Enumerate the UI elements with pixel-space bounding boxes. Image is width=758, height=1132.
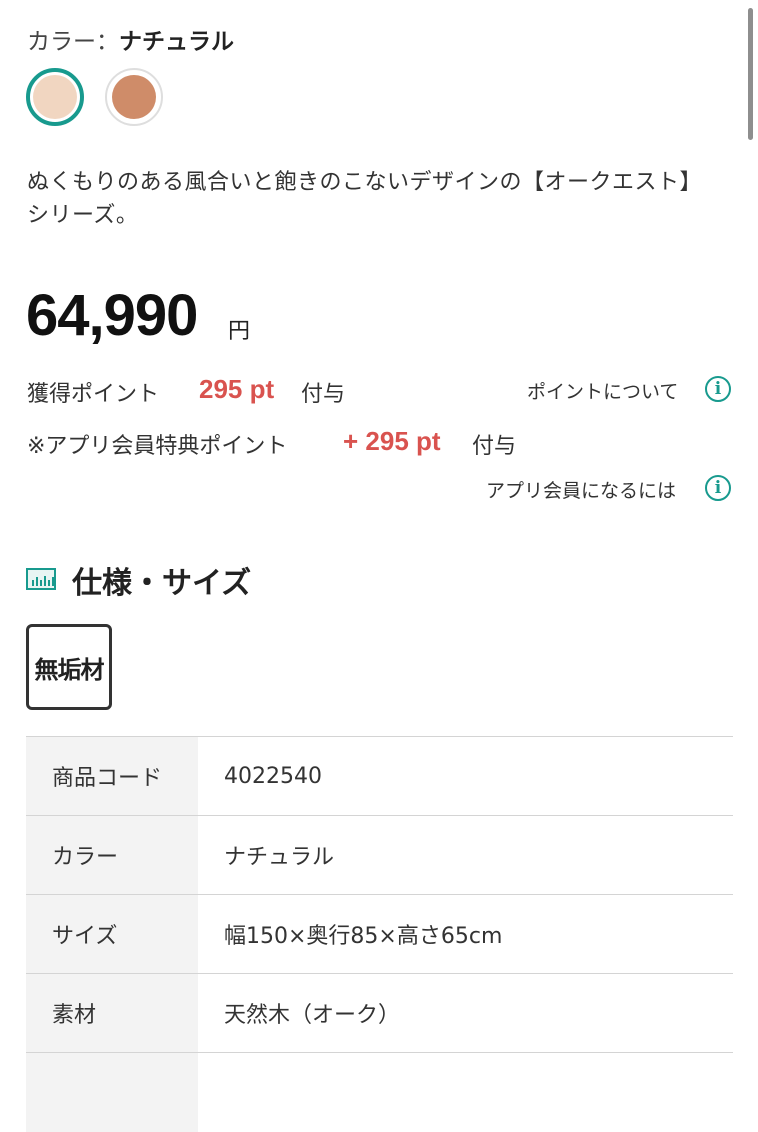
earned-points-label: 獲得ポイント [27, 382, 160, 407]
table-row: 素材 天然木（オーク） [26, 973, 733, 1053]
app-points-suffix: 付与 [472, 434, 517, 459]
info-icon[interactable]: i [705, 475, 731, 501]
spec-table: 商品コード 4022540 カラー ナチュラル サイズ 幅150×奥行85×高さ… [26, 736, 733, 1132]
spec-label [26, 1052, 198, 1132]
spec-value: ナチュラル [224, 845, 335, 870]
color-label-row: カラー：ナチュラル [27, 22, 234, 56]
spec-value: 幅150×奥行85×高さ65cm [224, 924, 503, 949]
scrollbar[interactable] [748, 8, 753, 140]
spec-label: カラー [26, 815, 198, 895]
solid-wood-badge: 無垢材 [26, 624, 112, 710]
price-unit: 円 [228, 319, 251, 344]
spec-label: サイズ [26, 894, 198, 974]
table-row: サイズ 幅150×奥行85×高さ65cm [26, 894, 733, 974]
info-icon[interactable]: i [705, 376, 731, 402]
earned-points-suffix: 付与 [301, 382, 346, 407]
spec-value [198, 1053, 733, 1132]
about-points-link[interactable]: ポイントについて [527, 377, 678, 404]
section-title: 仕様・サイズ [72, 566, 252, 601]
app-member-link[interactable]: アプリ会員になるには [486, 476, 676, 503]
color-label: カラー： [27, 29, 119, 55]
app-points-label: ※アプリ会員特典ポイント [27, 434, 288, 459]
app-points-value: + 295 pt [343, 426, 441, 456]
spec-value: 天然木（オーク） [224, 1003, 401, 1028]
swatch-color-natural [33, 75, 77, 119]
spec-value: 4022540 [224, 763, 322, 789]
product-description: ぬくもりのある風合いと飽きのこないデザインの【オークエスト】シリーズ。 [27, 170, 703, 228]
table-row: 商品コード 4022540 [26, 736, 733, 816]
ruler-chart-icon [26, 568, 56, 590]
earned-points-value: 295 pt [199, 374, 275, 404]
selected-color-name: ナチュラル [119, 29, 234, 55]
table-row [26, 1052, 733, 1132]
price-amount: 64,990 [26, 283, 198, 348]
color-swatch-natural[interactable] [26, 68, 84, 126]
color-swatch-brown[interactable] [105, 68, 163, 126]
spec-label: 商品コード [26, 736, 198, 816]
spec-label: 素材 [26, 973, 198, 1053]
swatch-color-brown [112, 75, 156, 119]
table-row: カラー ナチュラル [26, 815, 733, 895]
